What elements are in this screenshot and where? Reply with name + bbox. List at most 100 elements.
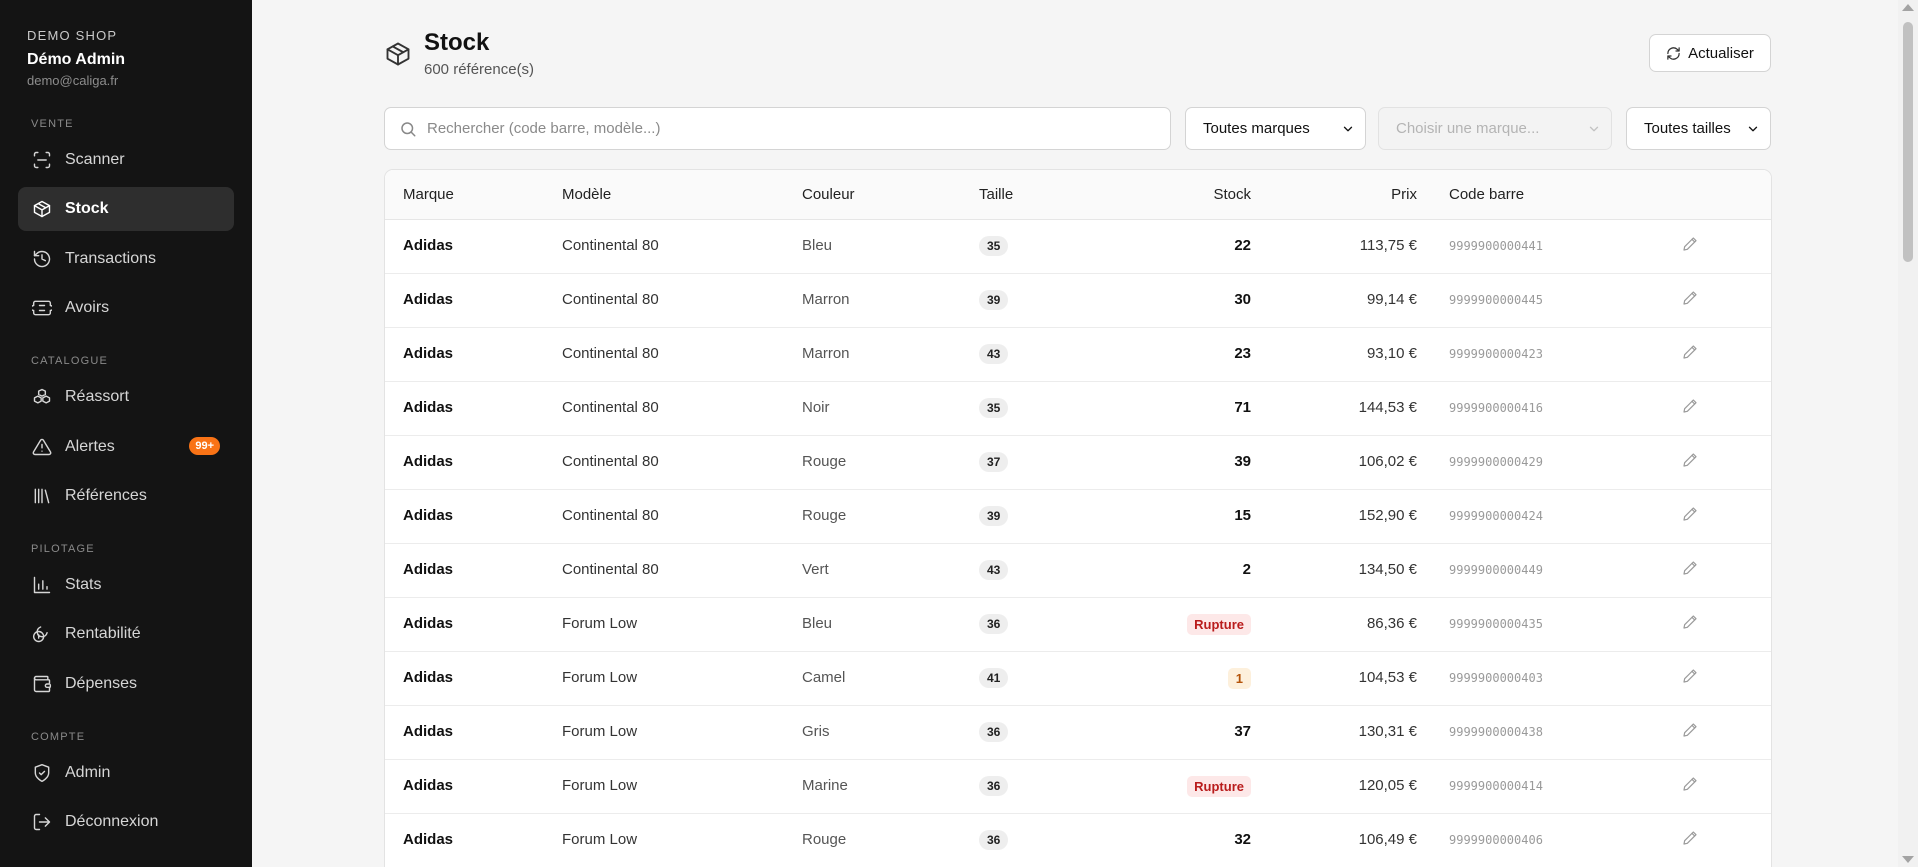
cell-price: 99,14 € <box>1366 291 1417 308</box>
sidebar-item-scanner[interactable]: Scanner <box>18 138 234 182</box>
edit-pencil-icon[interactable] <box>1682 452 1702 472</box>
brand-select-value: Toutes marques <box>1203 120 1310 137</box>
sidebar-item-label: Transactions <box>65 250 156 267</box>
table-row[interactable]: Adidas Forum Low Camel 41 1 104,53 € 999990000… <box>385 652 1771 706</box>
cell-stock: 1 <box>1227 668 1251 689</box>
table-row[interactable]: Adidas Continental 80 Vert 43 2 134,50 € 99999… <box>385 544 1771 598</box>
cell-color: Rouge <box>802 507 847 524</box>
sidebar-item-admin[interactable]: Admin <box>18 751 234 795</box>
section-title-catalogue: CATALOGUE <box>31 355 109 367</box>
edit-pencil-icon[interactable] <box>1682 290 1702 310</box>
column-header-stock[interactable]: Stock <box>1213 186 1251 203</box>
edit-pencil-icon[interactable] <box>1682 776 1702 796</box>
cell-brand: Adidas <box>403 669 454 686</box>
cell-brand: Adidas <box>403 399 454 416</box>
logout-icon <box>31 811 53 833</box>
sidebar-item-label: Alertes <box>65 438 115 455</box>
alert-count-badge: 99+ <box>189 437 220 455</box>
edit-pencil-icon[interactable] <box>1682 614 1702 634</box>
refresh-icon <box>1667 46 1680 60</box>
size-badge: 36 <box>979 830 1009 850</box>
sidebar-item-label: Réassort <box>65 388 130 405</box>
sidebar-item-depenses[interactable]: Dépenses <box>18 662 234 706</box>
table-row[interactable]: Adidas Continental 80 Rouge 37 39 106,02 € 999… <box>385 436 1771 490</box>
table-row[interactable]: Adidas Continental 80 Marron 43 23 93,10 € 999… <box>385 328 1771 382</box>
column-header-modele[interactable]: Modèle <box>562 186 611 203</box>
scroll-thumb[interactable] <box>1903 22 1913 262</box>
cell-stock: 15 <box>1234 507 1251 524</box>
cell-color: Camel <box>802 669 846 686</box>
cell-stock: Rupture <box>1187 776 1251 797</box>
scroll-down-arrow[interactable] <box>1902 856 1914 863</box>
search-icon <box>401 121 416 136</box>
cell-model: Forum Low <box>562 723 638 740</box>
cell-stock: 22 <box>1234 237 1251 254</box>
sidebar-item-avoirs[interactable]: Avoirs <box>18 286 234 330</box>
edit-pencil-icon[interactable] <box>1682 668 1702 688</box>
sidebar-item-reassort[interactable]: Réassort <box>18 375 234 419</box>
edit-pencil-icon[interactable] <box>1682 398 1702 418</box>
refresh-button[interactable]: Actualiser <box>1649 34 1771 72</box>
column-header-couleur[interactable]: Couleur <box>802 186 855 203</box>
sidebar-item-label: Avoirs <box>65 299 110 316</box>
chart-icon <box>31 574 53 596</box>
section-title-compte: COMPTE <box>31 731 86 743</box>
chevron-down-icon <box>1748 126 1758 131</box>
edit-pencil-icon[interactable] <box>1682 830 1702 850</box>
size-select[interactable]: Toutes tailles <box>1626 107 1771 150</box>
size-badge: 36 <box>979 776 1009 796</box>
cell-color: Gris <box>802 723 830 740</box>
chevron-down-icon <box>1589 126 1599 131</box>
sidebar: DEMO SHOP Démo Admin demo@caliga.fr VENT… <box>0 0 252 867</box>
edit-pencil-icon[interactable] <box>1682 506 1702 526</box>
table-row[interactable]: Adidas Forum Low Bleu 36 Rupture 86,36 € 99999… <box>385 598 1771 652</box>
column-header-taille[interactable]: Taille <box>979 186 1013 203</box>
table-row[interactable]: Adidas Forum Low Rouge 36 32 106,49 € 99999000… <box>385 814 1771 867</box>
brand-select[interactable]: Toutes marques <box>1185 107 1366 150</box>
size-select-value: Toutes tailles <box>1644 120 1731 137</box>
cell-model: Continental 80 <box>562 561 659 578</box>
table-row[interactable]: Adidas Forum Low Marine 36 Rupture 120,05 € 99… <box>385 760 1771 814</box>
search-input[interactable] <box>427 120 1157 137</box>
sidebar-item-deconnexion[interactable]: Déconnexion <box>18 800 234 844</box>
sidebar-item-transactions[interactable]: Transactions <box>18 237 234 281</box>
table-row[interactable]: Adidas Continental 80 Rouge 39 15 152,90 € 999… <box>385 490 1771 544</box>
sidebar-item-rentabilite[interactable]: Rentabilité <box>18 612 234 656</box>
package-icon <box>384 40 412 68</box>
page-scrollbar[interactable] <box>1898 0 1918 867</box>
edit-pencil-icon[interactable] <box>1682 722 1702 742</box>
column-header-marque[interactable]: Marque <box>403 186 454 203</box>
column-header-code-barre[interactable]: Code barre <box>1449 186 1524 203</box>
cell-stock: 32 <box>1234 831 1251 848</box>
table-row[interactable]: Adidas Forum Low Gris 36 37 130,31 € 999990000… <box>385 706 1771 760</box>
edit-pencil-icon[interactable] <box>1682 344 1702 364</box>
cell-barcode: 9999900000445 <box>1449 293 1543 307</box>
chevron-down-icon <box>1343 126 1353 131</box>
library-icon <box>31 485 53 507</box>
cell-model: Continental 80 <box>562 237 659 254</box>
cell-barcode: 9999900000403 <box>1449 671 1543 685</box>
column-header-prix[interactable]: Prix <box>1391 186 1417 203</box>
size-badge: 36 <box>979 722 1009 742</box>
sidebar-item-stats[interactable]: Stats <box>18 563 234 607</box>
cell-stock: 37 <box>1234 723 1251 740</box>
sidebar-item-stock[interactable]: Stock <box>18 187 234 231</box>
table-row[interactable]: Adidas Continental 80 Noir 35 71 144,53 € 9999… <box>385 382 1771 436</box>
reference-count: 600 référence(s) <box>424 61 535 78</box>
sidebar-item-alertes[interactable]: Alertes 99+ <box>18 425 234 469</box>
edit-pencil-icon[interactable] <box>1682 560 1702 580</box>
search-box[interactable] <box>384 107 1171 150</box>
table-row[interactable]: Adidas Continental 80 Bleu 35 22 113,75 € 9999… <box>385 220 1771 274</box>
cell-model: Continental 80 <box>562 507 659 524</box>
cell-color: Noir <box>802 399 830 416</box>
edit-pencil-icon[interactable] <box>1682 236 1702 256</box>
cell-barcode: 9999900000414 <box>1449 779 1543 793</box>
wallet-icon <box>31 673 53 695</box>
scroll-up-arrow[interactable] <box>1902 4 1914 11</box>
model-select: Choisir une marque... <box>1378 107 1612 150</box>
cell-stock: 39 <box>1234 453 1251 470</box>
table-row[interactable]: Adidas Continental 80 Marron 39 30 99,14 € 999… <box>385 274 1771 328</box>
cell-model: Continental 80 <box>562 345 659 362</box>
cell-price: 144,53 € <box>1358 399 1417 416</box>
sidebar-item-references[interactable]: Références <box>18 474 234 518</box>
